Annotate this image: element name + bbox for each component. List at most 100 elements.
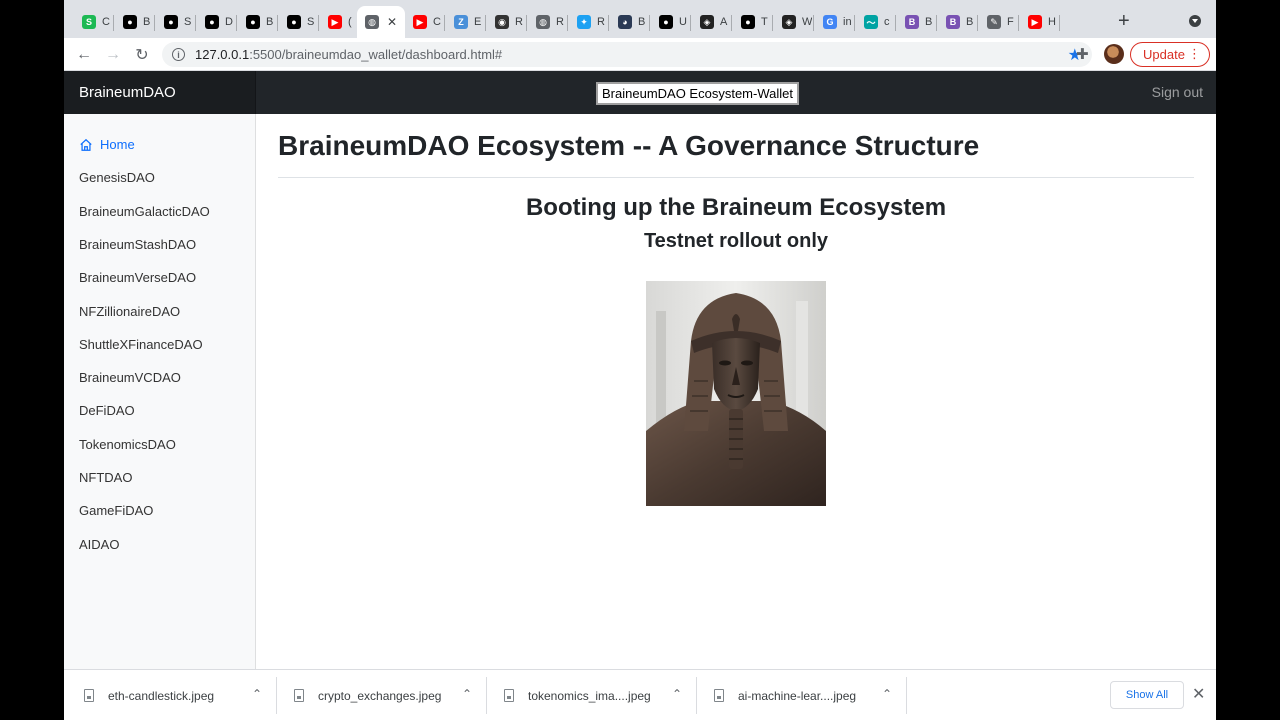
tab-search-icon[interactable] [1189, 15, 1201, 27]
sidebar-item-braineumvcdao[interactable]: BraineumVCDAO [79, 369, 181, 387]
sidebar-item-label: BraineumGalacticDAO [79, 203, 210, 219]
site-info-icon[interactable]: i [172, 48, 185, 61]
tab-strip: S C ● B ● S ● D ● B ● S ▶(◍ ✕ ▶ C Z E ◉ R ◍ R ✦ R ◕ B ● U ◈ A ● T ◈ W Gin 〜… [64, 0, 1216, 38]
sidebar-item-label: NFZillionaireDAO [79, 303, 181, 319]
image-file-icon [84, 689, 94, 702]
browser-tab[interactable]: BB [897, 9, 935, 35]
tab-title: B [638, 16, 646, 28]
sidebar-item-home[interactable]: Home [79, 136, 135, 154]
back-arrow-icon[interactable]: ← [73, 44, 95, 66]
tab-title: H [1048, 16, 1056, 28]
android-icon: ◉ [495, 15, 509, 29]
new-tab-plus-icon[interactable]: + [1118, 10, 1130, 32]
chevron-up-icon[interactable]: ⌃ [672, 687, 682, 701]
browser-tab[interactable]: ● S [279, 9, 317, 35]
sidebar-item-genesisdao[interactable]: GenesisDAO [79, 169, 155, 187]
browser-tab[interactable]: ● S [156, 9, 194, 35]
browser-tab[interactable]: ● B [115, 9, 153, 35]
tab-title: in [843, 16, 852, 28]
medium-icon: ● [246, 15, 260, 29]
tab-separator [485, 15, 486, 31]
sidebar-item-braineumgalacticdao[interactable]: BraineumGalacticDAO [79, 203, 210, 221]
browser-tab[interactable]: ✎ F [979, 9, 1017, 35]
wallet-button[interactable]: BraineumDAO Ecosystem-Wallet [596, 82, 799, 105]
sidebar-item-nfzillionairedao[interactable]: NFZillionaireDAO [79, 303, 180, 321]
sidebar-item-label: GameFiDAO [79, 503, 154, 519]
download-item[interactable]: eth-candlestick.jpeg ⌃ [64, 670, 274, 720]
sidebar-item-nftdao[interactable]: NFTDAO [79, 469, 132, 487]
sidebar-item-label: NFTDAO [79, 470, 133, 485]
download-filename: crypto_exchanges.jpeg [318, 688, 442, 703]
browser-tab[interactable]: BB [938, 9, 976, 35]
browser-tab[interactable]: 〜 c [856, 9, 894, 35]
browser-tab[interactable]: ◍ ✕ [357, 6, 405, 38]
main-content: BraineumDAO Ecosystem -- A Governance St… [256, 114, 1216, 669]
medium-icon: ● [123, 15, 137, 29]
sidebar-item-gamefidao[interactable]: GameFiDAO [79, 502, 153, 520]
show-all-downloads-button[interactable]: Show All [1110, 681, 1184, 709]
extensions-puzzle-icon[interactable]: ✚ [1076, 45, 1089, 63]
tab-title: D [225, 16, 233, 28]
chevron-up-icon[interactable]: ⌃ [252, 687, 262, 701]
sidebar-item-label: BraineumStashDAO [79, 236, 197, 252]
close-icon[interactable]: ✕ [1192, 684, 1205, 704]
browser-tab[interactable]: ◍ R [528, 9, 566, 35]
tab-close-icon[interactable]: ✕ [387, 15, 397, 29]
browser-tab[interactable]: ● D [197, 9, 235, 35]
profile-avatar[interactable] [1104, 44, 1124, 64]
sidebar-item-braineumversedao[interactable]: BraineumVerseDAO [79, 269, 196, 287]
tab-title: C [102, 16, 110, 28]
globe-icon: ◍ [365, 15, 379, 29]
home-icon [80, 138, 92, 151]
browser-tab[interactable]: ◈ W [774, 9, 812, 35]
image-file-icon [504, 689, 514, 702]
address-bar[interactable]: i 127.0.0.1:5500/braineumdao_wallet/dash… [162, 42, 1092, 67]
sidebar-item-shuttlexfinancedao[interactable]: ShuttleXFinanceDAO [79, 336, 203, 354]
download-item[interactable]: crypto_exchanges.jpeg ⌃ [274, 670, 484, 720]
sidebar-item-braineumstashdao[interactable]: BraineumStashDAO [79, 236, 196, 254]
update-button[interactable]: Update ⋮ [1130, 42, 1210, 67]
tab-title: R [556, 16, 564, 28]
sign-out-link[interactable]: Sign out [1152, 84, 1203, 100]
browser-tab[interactable]: SC [74, 9, 112, 35]
sidebar-item-label: Home [100, 137, 135, 152]
download-separator [906, 677, 907, 714]
tab-separator [854, 15, 855, 31]
reload-icon[interactable]: ↻ [131, 44, 153, 66]
browser-tab[interactable]: ✦ R [569, 9, 607, 35]
feather-icon: ✎ [987, 15, 1001, 29]
tab-separator [813, 15, 814, 31]
tab-separator [1059, 15, 1060, 31]
tab-title: S [307, 16, 315, 28]
brand-logo[interactable]: BraineumDAO [64, 71, 256, 114]
browser-tab[interactable]: ◕ B [610, 9, 648, 35]
browser-tab[interactable]: ● T [733, 9, 771, 35]
browser-tab[interactable]: ▶ H [1020, 9, 1058, 35]
browser-tab[interactable]: ▶( [320, 9, 358, 35]
sidebar-item-aidao[interactable]: AIDAO [79, 536, 119, 554]
page-subtitle: Booting up the Braineum Ecosystem [525, 194, 947, 221]
url-path: :5500/braineumdao_wallet/dashboard.html# [249, 47, 503, 62]
medium-icon: ● [659, 15, 673, 29]
browser-tab[interactable]: ZE [446, 9, 484, 35]
google-icon: G [823, 15, 837, 29]
browser-tab[interactable]: Gin [815, 9, 853, 35]
sidebar-item-label: AIDAO [79, 536, 120, 552]
browser-tab[interactable]: ▶ C [405, 9, 443, 35]
download-item[interactable]: ai-machine-lear....jpeg ⌃ [694, 670, 904, 720]
chevron-up-icon[interactable]: ⌃ [462, 687, 472, 701]
more-menu-icon: ⋮ [1188, 46, 1201, 61]
youtube-icon: ▶ [413, 15, 427, 29]
forward-arrow-icon[interactable]: → [102, 44, 124, 66]
browser-tab[interactable]: ◉ R [487, 9, 525, 35]
tab-title: c [884, 16, 890, 28]
download-item[interactable]: tokenomics_ima....jpeg ⌃ [484, 670, 694, 720]
sidebar-item-tokenomicsdao[interactable]: TokenomicsDAO [79, 436, 176, 454]
sidebar-item-defidao[interactable]: DeFiDAO [79, 402, 135, 420]
browser-tab[interactable]: ● B [238, 9, 276, 35]
browser-tab[interactable]: ● U [651, 9, 689, 35]
chevron-up-icon[interactable]: ⌃ [882, 687, 892, 701]
download-filename: eth-candlestick.jpeg [108, 688, 215, 703]
sidebar-item-label: ShuttleXFinanceDAO [79, 336, 203, 352]
browser-tab[interactable]: ◈ A [692, 9, 730, 35]
